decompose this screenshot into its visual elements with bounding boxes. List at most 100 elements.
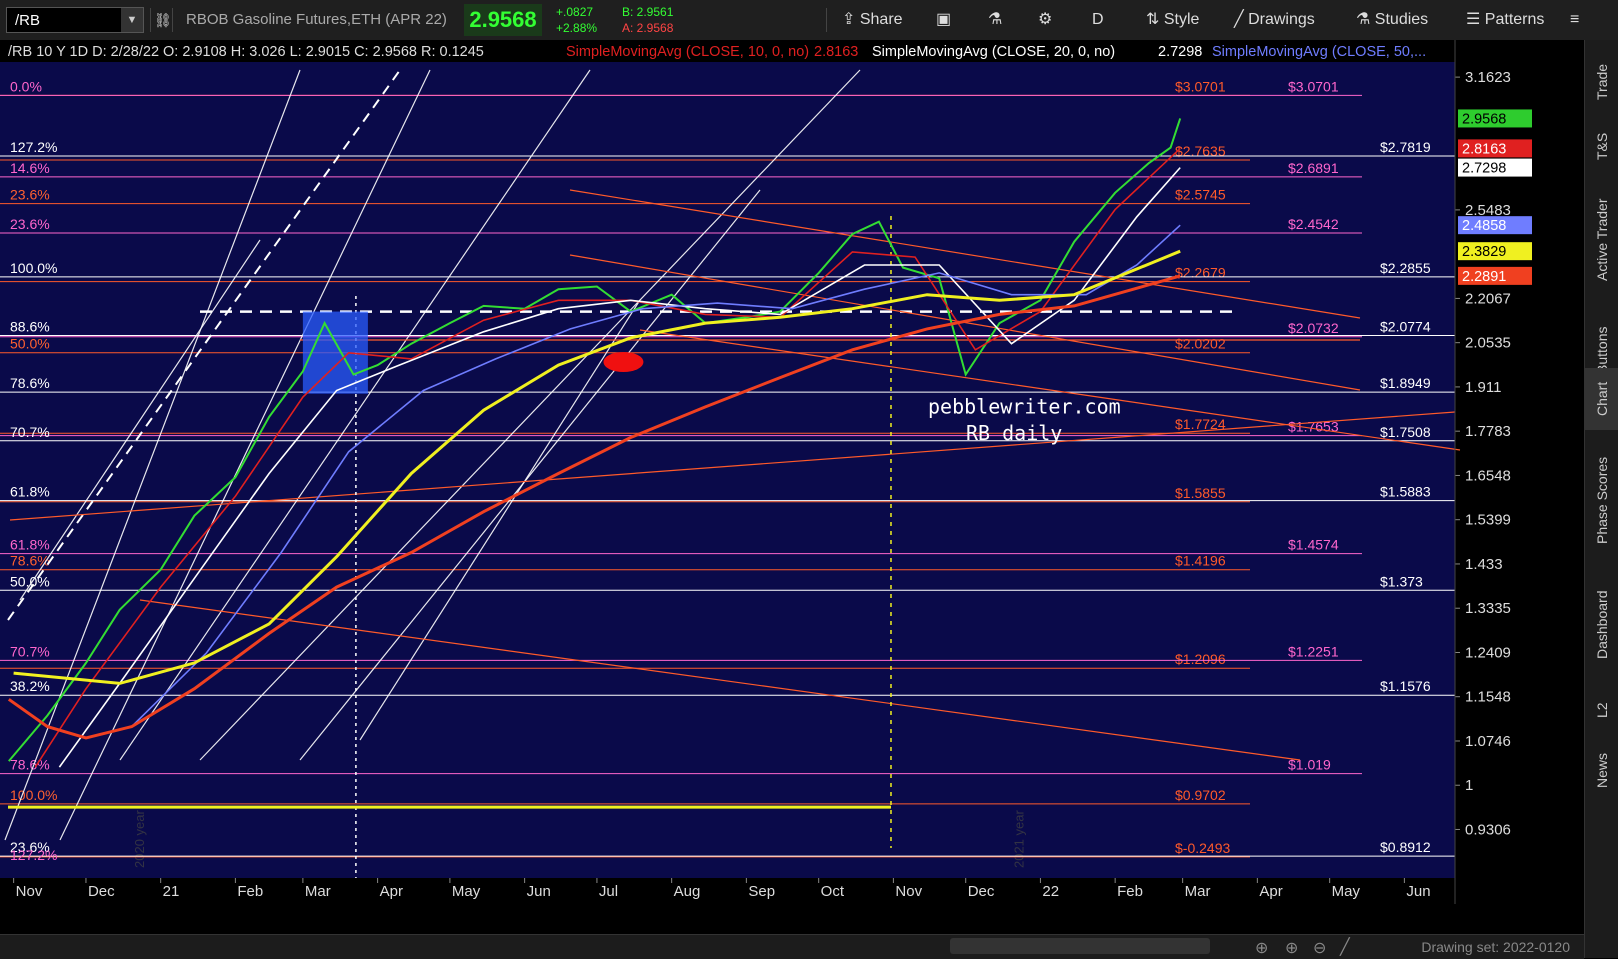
price-badge-label: 2.8163 (1462, 141, 1506, 157)
x-tick-label: Mar (305, 883, 331, 900)
level-label-magenta: $1.2251 (1288, 643, 1339, 659)
level-label-white: $1.373 (1380, 573, 1423, 589)
level-label-orange: $0.9702 (1175, 787, 1226, 803)
x-tick-label: Jun (1406, 883, 1430, 900)
style-button[interactable]: ⇅ Style (1146, 8, 1199, 32)
level-label-magenta: $2.4542 (1288, 216, 1339, 232)
level-label-white: $1.5883 (1380, 484, 1431, 500)
side-panel-tabs: Trade T&S Active Trader Buttons Chart Ph… (1584, 40, 1618, 958)
bid-price: B: 2.9561 (622, 5, 674, 19)
toolbar-divider (172, 8, 173, 32)
level-label-orange: $2.5745 (1175, 187, 1226, 203)
level-label-white: $2.2855 (1380, 260, 1431, 276)
y-tick-label: 1.3335 (1465, 600, 1511, 617)
tab-active-trader[interactable]: Active Trader (1585, 180, 1618, 300)
y-tick-label: 1.1548 (1465, 689, 1511, 706)
x-tick-label: 22 (1042, 883, 1059, 900)
level-label-orange: $1.2096 (1175, 651, 1226, 667)
bottom-bar: ⊕ ⊕ ⊖ ╱ Drawing set: 2022-0120 (0, 934, 1584, 959)
toolbar-divider (150, 8, 151, 32)
chart-header-text: SimpleMovingAvg (CLOSE, 10, 0, no) (566, 44, 809, 60)
share-button[interactable]: ⇪ Share (842, 8, 903, 32)
layout-icon[interactable]: ▣ (936, 8, 951, 32)
y-tick-label: 2.0535 (1465, 335, 1511, 352)
x-tick-label: Aug (674, 883, 701, 900)
time-axis-background (0, 878, 1455, 904)
y-tick-label: 1.911 (1465, 379, 1501, 396)
y-tick-label: 1.5399 (1465, 512, 1511, 529)
share-icon: ⇪ (842, 11, 856, 28)
x-tick-label: Jul (599, 883, 618, 900)
level-label-white: $1.7508 (1380, 424, 1431, 440)
patterns-button[interactable]: ☰ Patterns (1466, 8, 1544, 32)
plot-background (0, 40, 1455, 904)
tab-dashboard[interactable]: Dashboard (1585, 570, 1618, 680)
y-tick-label: 1.7783 (1465, 423, 1511, 440)
y-tick-label: 3.1623 (1465, 69, 1511, 86)
chart-header-text: /RB 10 Y 1D D: 2/28/22 O: 2.9108 H: 3.02… (8, 44, 484, 60)
chart-header-text: SimpleMovingAvg (CLOSE, 50,... (1212, 44, 1426, 60)
chevron-down-icon[interactable]: ▼ (121, 8, 143, 32)
price-badge-label: 2.9568 (1462, 111, 1506, 127)
link-icon[interactable]: ⛓ (154, 8, 172, 32)
gear-icon[interactable]: ⚙ (1038, 8, 1052, 32)
year-label: 2021 year (1012, 810, 1027, 868)
price-chart[interactable]: 2020 year 2021 year $3.0701 $2.7635 $2.5745 $… (0, 40, 1584, 934)
drawings-button[interactable]: ╱ Drawings (1234, 8, 1315, 32)
fib-label: 23.6% (10, 216, 50, 232)
x-tick-label: Dec (88, 883, 115, 900)
zoom-out-icon[interactable]: ⊖ (1313, 938, 1326, 958)
chart-header-text: 2.8163 (814, 44, 858, 60)
style-icon: ⇅ (1146, 11, 1160, 28)
ask-price: A: 2.9568 (622, 21, 674, 35)
last-price: 2.9568 (464, 4, 542, 36)
studies-button[interactable]: ⚗ Studies (1356, 8, 1428, 32)
toolbar-divider (826, 8, 827, 32)
draw-line-icon[interactable]: ╱ (1340, 937, 1350, 957)
x-tick-label: Nov (895, 883, 922, 900)
level-label-orange: $2.7635 (1175, 143, 1226, 159)
horizontal-scrollbar[interactable] (950, 938, 1210, 954)
chart-header-text: 2.7298 (1158, 44, 1202, 60)
level-label-magenta: $1.4574 (1288, 537, 1339, 553)
zoom-in-icon[interactable]: ⊕ (1285, 938, 1298, 958)
x-tick-label: May (452, 883, 481, 900)
red-marker (603, 351, 644, 372)
flask-icon[interactable]: ⚗ (988, 8, 1002, 32)
level-label-white: $2.7819 (1380, 139, 1431, 155)
level-label-orange: $-0.2493 (1175, 840, 1230, 856)
x-tick-label: Sep (748, 883, 775, 900)
y-tick-label: 1.0746 (1465, 733, 1511, 750)
fib-label: 50.0% (10, 336, 50, 352)
patterns-icon: ☰ (1466, 11, 1481, 28)
crosshair-icon[interactable]: ⊕ (1255, 938, 1268, 958)
fib-label: 78.6% (10, 757, 50, 773)
annotation-title: RB daily (966, 421, 1062, 445)
pencil-icon: ╱ (1234, 11, 1244, 28)
level-label-orange: $2.2679 (1175, 265, 1226, 281)
tab-phase-scores[interactable]: Phase Scores (1585, 440, 1618, 560)
fib-label: 127.2% (10, 847, 57, 863)
x-tick-label: Oct (821, 883, 845, 900)
menu-icon[interactable]: ≡ (1570, 8, 1579, 32)
tab-time-and-sales[interactable]: T&S (1585, 122, 1618, 170)
tab-news[interactable]: News (1585, 740, 1618, 800)
tab-trade[interactable]: Trade (1585, 52, 1618, 112)
studies-label: Studies (1374, 11, 1429, 28)
level-label-white: $2.0774 (1380, 319, 1431, 335)
drawing-set-label: Drawing set: 2022-0120 (1421, 939, 1570, 955)
timeframe-button[interactable]: D (1092, 8, 1104, 32)
y-tick-label: 1.2409 (1465, 644, 1511, 661)
x-tick-label: Dec (968, 883, 995, 900)
drawings-label: Drawings (1248, 11, 1315, 28)
share-label: Share (859, 11, 903, 28)
price-badge-label: 2.4858 (1462, 218, 1506, 234)
tab-chart[interactable]: Chart (1585, 368, 1618, 430)
fib-label: 61.8% (10, 484, 50, 500)
level-label-white: $1.1576 (1380, 678, 1431, 694)
fib-label: 78.6% (10, 553, 50, 569)
tab-level2[interactable]: L2 (1585, 690, 1618, 730)
x-tick-label: Feb (237, 883, 263, 900)
symbol-selector[interactable]: /RB ▼ (6, 7, 144, 33)
chart-header-text: SimpleMovingAvg (CLOSE, 20, 0, no) (872, 44, 1115, 60)
